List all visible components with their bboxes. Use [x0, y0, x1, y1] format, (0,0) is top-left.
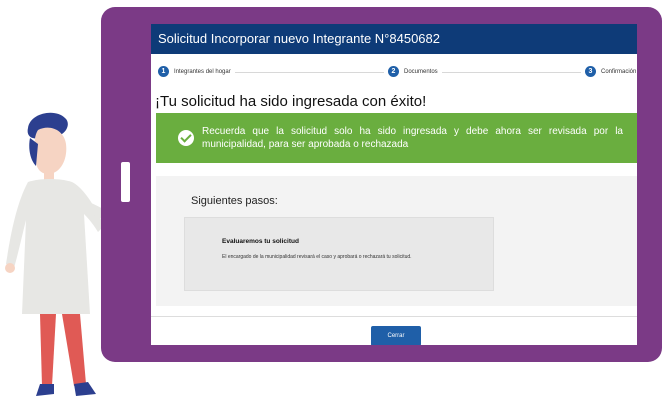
step-confirmacion[interactable]: 3 Confirmación — [581, 66, 637, 77]
window-title: Solicitud Incorporar nuevo Integrante N°… — [151, 24, 637, 54]
step-number: 3 — [585, 66, 596, 77]
tablet-home-button — [121, 162, 130, 202]
step-number: 2 — [388, 66, 399, 77]
tablet-screen: Solicitud Incorporar nuevo Integrante N°… — [151, 24, 637, 345]
next-steps-title: Siguientes pasos: — [191, 195, 278, 207]
next-steps-panel: Siguientes pasos: Evaluaremos tu solicit… — [156, 176, 637, 306]
stepper: 1 Integrantes del hogar 2 Documentos 3 C… — [151, 54, 637, 92]
step-label: Documentos — [404, 68, 438, 75]
next-step-card: Evaluaremos tu solicitud El encargado de… — [184, 217, 494, 291]
page-title: ¡Tu solicitud ha sido ingresada con éxit… — [155, 93, 427, 110]
step-label: Integrantes del hogar — [174, 68, 231, 75]
step-number: 1 — [158, 66, 169, 77]
alert-text: Recuerda que la solicitud solo ha sido i… — [202, 126, 623, 150]
footer-divider — [151, 316, 637, 317]
close-button[interactable]: Cerrar — [371, 326, 421, 345]
success-alert: Recuerda que la solicitud solo ha sido i… — [156, 113, 637, 163]
check-circle-icon — [178, 130, 194, 146]
card-text: El encargado de la municipalidad revisar… — [222, 254, 412, 260]
step-integrantes[interactable]: 1 Integrantes del hogar — [158, 66, 235, 77]
step-label: Confirmación — [601, 68, 637, 75]
step-documentos[interactable]: 2 Documentos — [384, 66, 442, 77]
card-title: Evaluaremos tu solicitud — [222, 238, 299, 245]
